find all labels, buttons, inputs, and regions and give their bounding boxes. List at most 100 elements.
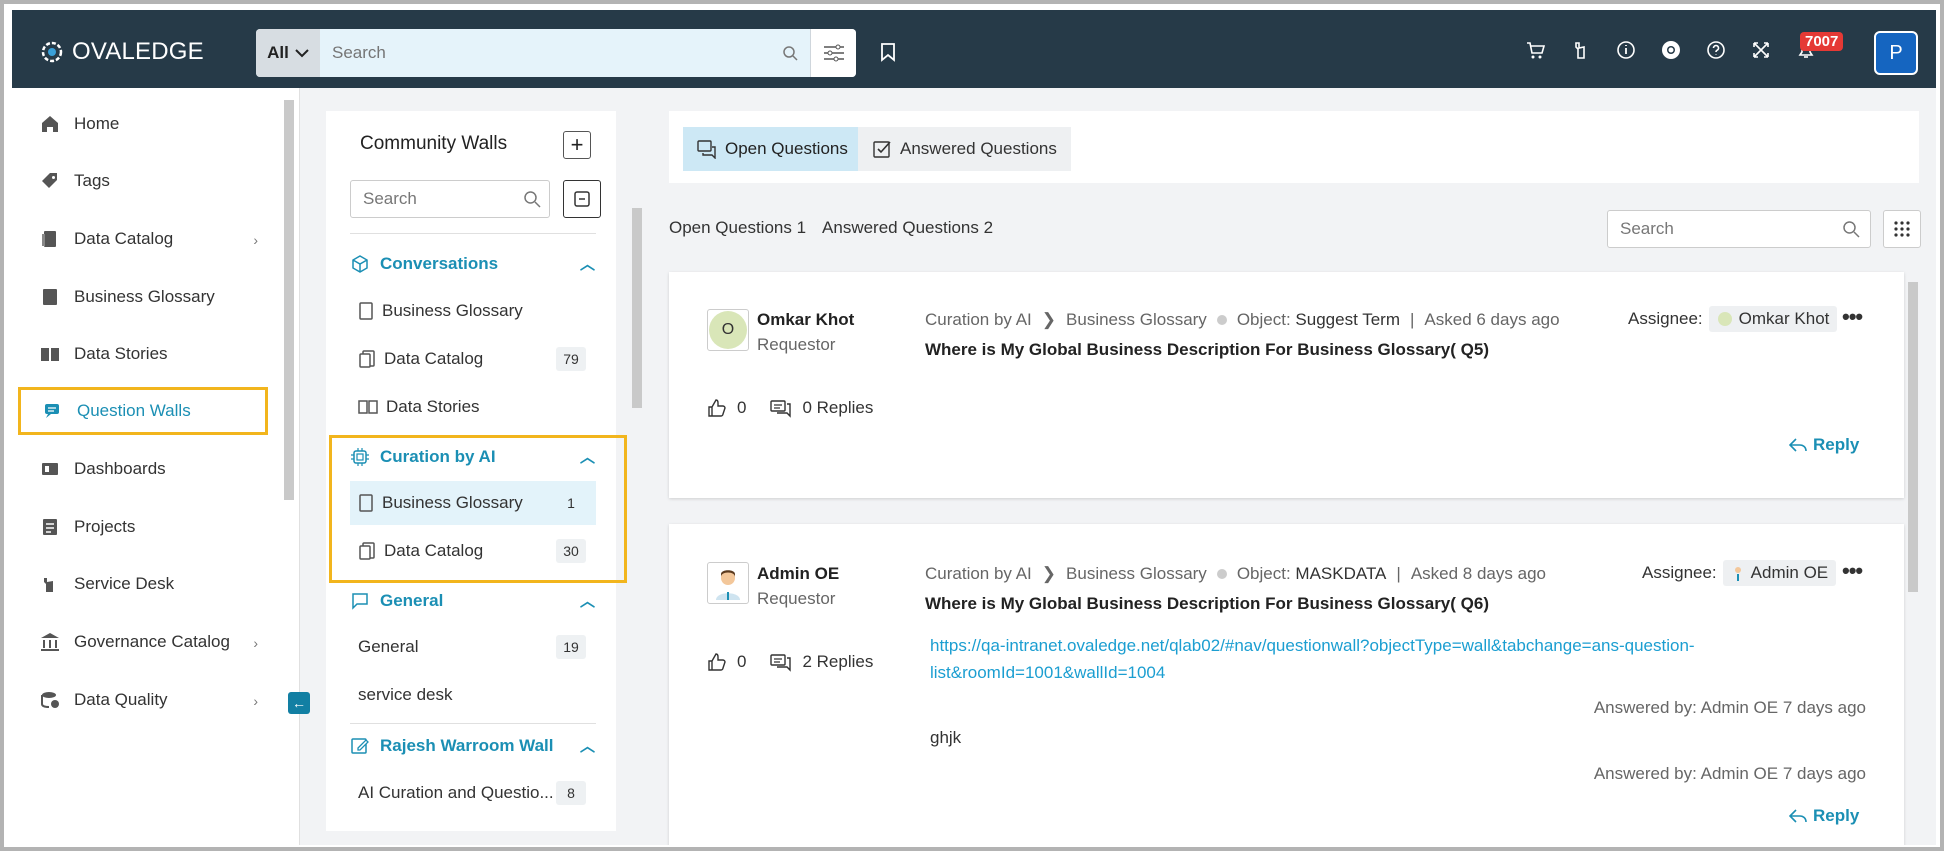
- question-title[interactable]: Where is My Global Business Description …: [925, 594, 1489, 614]
- replies-icon[interactable]: [770, 652, 792, 672]
- book-icon: [359, 302, 373, 320]
- wall-item-label: General: [358, 637, 419, 656]
- questions-search-input[interactable]: Search: [1607, 210, 1871, 248]
- main-scrollbar[interactable]: [1908, 282, 1918, 592]
- sidebar-item-projects[interactable]: Projects: [18, 503, 268, 551]
- panel-title: Community Walls: [360, 133, 508, 154]
- breadcrumb-wall[interactable]: Curation by AI: [925, 564, 1032, 584]
- assignee-label: Assignee:: [1628, 309, 1703, 328]
- wall-item[interactable]: AI Curation and Questio... 8: [350, 771, 596, 815]
- object-name[interactable]: Suggest Term: [1295, 310, 1400, 329]
- more-options-icon[interactable]: •••: [1842, 304, 1863, 330]
- tab-open-questions[interactable]: Open Questions: [683, 127, 862, 171]
- sidebar-item-data-stories[interactable]: Data Stories: [18, 330, 268, 378]
- global-search: All: [256, 29, 856, 77]
- user-avatar[interactable]: P: [1874, 31, 1918, 75]
- like-count: 0: [737, 398, 747, 417]
- brand-name: OVALEDGE: [72, 38, 204, 65]
- more-options-icon[interactable]: •••: [1842, 558, 1863, 584]
- section-conversations[interactable]: Conversations ︿: [350, 249, 595, 279]
- answer-link[interactable]: https://qa-intranet.ovaledge.net/qlab02/…: [930, 632, 1730, 686]
- chat-icon: [697, 140, 716, 159]
- message-icon: [352, 593, 368, 610]
- reply-icon: [1789, 438, 1807, 452]
- breadcrumb-wall[interactable]: Curation by AI: [925, 310, 1032, 330]
- app-frame: OVALEDGE All 7007 P Home: [0, 0, 1944, 851]
- reply-button[interactable]: Reply: [1789, 806, 1859, 826]
- sidebar-item-dashboards[interactable]: Dashboards: [18, 445, 268, 493]
- question-title[interactable]: Where is My Global Business Description …: [925, 340, 1489, 360]
- question-stats: 0 0 Replies: [707, 398, 873, 418]
- sidebar-item-data-catalog[interactable]: Data Catalog ›: [18, 215, 268, 263]
- hand-icon[interactable]: [1569, 38, 1593, 62]
- section-general[interactable]: General ︿: [350, 586, 595, 616]
- chevron-up-icon[interactable]: ︿: [580, 253, 595, 274]
- top-bar: OVALEDGE All 7007 P: [12, 10, 1936, 88]
- wall-item[interactable]: Data Catalog 79: [350, 337, 596, 381]
- sidebar-item-home[interactable]: Home: [18, 100, 268, 148]
- sidebar-item-tags[interactable]: Tags: [18, 157, 268, 205]
- brand-logo[interactable]: OVALEDGE: [38, 38, 204, 66]
- user-name[interactable]: Admin OE: [757, 564, 839, 584]
- answered-questions-count[interactable]: Answered Questions 2: [822, 218, 993, 238]
- user-name[interactable]: Omkar Khot: [757, 310, 854, 330]
- question-counts: Open Questions 1 Answered Questions 2: [669, 218, 993, 238]
- user-role: Requestor: [757, 335, 836, 354]
- sidebar-item-question-walls[interactable]: Question Walls: [18, 387, 268, 435]
- thumbs-up-icon[interactable]: [707, 398, 727, 418]
- wall-item[interactable]: General 19: [350, 625, 596, 669]
- sidebar-item-governance-catalog[interactable]: Governance Catalog ›: [18, 618, 268, 666]
- wall-item[interactable]: Data Stories: [350, 385, 596, 429]
- chrome-icon[interactable]: [1659, 38, 1683, 62]
- like-count: 0: [737, 652, 747, 671]
- chevron-up-icon[interactable]: ︿: [580, 590, 595, 611]
- search-input[interactable]: [320, 29, 770, 77]
- replies-count[interactable]: 0 Replies: [802, 398, 873, 418]
- breadcrumb-subwall[interactable]: Business Glossary: [1066, 310, 1207, 330]
- breadcrumb-subwall[interactable]: Business Glossary: [1066, 564, 1207, 584]
- open-questions-count[interactable]: Open Questions 1: [669, 218, 806, 238]
- count-badge: 79: [556, 347, 586, 371]
- sidebar-scrollbar[interactable]: [284, 100, 294, 500]
- cart-icon[interactable]: [1524, 38, 1548, 62]
- section-rajesh-warroom-wall[interactable]: Rajesh Warroom Wall ︿: [350, 731, 595, 761]
- search-icon[interactable]: [770, 29, 810, 77]
- sidebar-item-data-quality[interactable]: Data Quality ›: [18, 676, 268, 724]
- question-card: O Omkar Khot Requestor Curation by AI ❯ …: [669, 272, 1904, 498]
- collapse-sidebar-button[interactable]: ←: [288, 692, 310, 714]
- grid-view-button[interactable]: [1883, 210, 1921, 248]
- curation-by-ai-highlight: [329, 435, 627, 583]
- info-icon[interactable]: [1614, 38, 1638, 62]
- assignee-chip[interactable]: Omkar Khot: [1708, 306, 1838, 332]
- asked-time: Asked 8 days ago: [1410, 564, 1546, 583]
- assignee: Assignee: Admin OE: [1642, 560, 1837, 586]
- wall-item[interactable]: Business Glossary: [350, 289, 596, 333]
- sidebar-item-business-glossary[interactable]: Business Glossary: [18, 273, 268, 321]
- section-title: Rajesh Warroom Wall: [380, 736, 554, 755]
- add-wall-button[interactable]: +: [563, 131, 591, 159]
- separator-dot: [1216, 569, 1227, 579]
- grid-icon: [1894, 221, 1910, 237]
- help-icon[interactable]: [1704, 38, 1728, 62]
- catalog-icon: [359, 350, 375, 368]
- wall-item[interactable]: service desk: [350, 673, 596, 717]
- person-avatar-icon: [716, 570, 740, 600]
- replies-icon[interactable]: [770, 398, 792, 418]
- count-badge: 8: [556, 781, 586, 805]
- replies-count[interactable]: 2 Replies: [802, 652, 873, 672]
- chevron-up-icon[interactable]: ︿: [580, 735, 595, 756]
- search-scope-dropdown[interactable]: All: [256, 29, 320, 77]
- bookmark-icon[interactable]: [880, 42, 896, 67]
- filter-icon[interactable]: [810, 29, 856, 77]
- collapse-all-button[interactable]: [563, 180, 601, 218]
- asked-time: Asked 6 days ago: [1424, 310, 1560, 329]
- sidebar-item-service-desk[interactable]: Service Desk: [18, 560, 268, 608]
- expand-icon[interactable]: [1749, 38, 1773, 62]
- walls-search-input[interactable]: Search: [350, 180, 550, 218]
- object-name[interactable]: MASKDATA: [1295, 564, 1386, 583]
- thumbs-up-icon[interactable]: [707, 652, 727, 672]
- tab-answered-questions[interactable]: Answered Questions: [858, 127, 1071, 171]
- reply-button[interactable]: Reply: [1789, 435, 1859, 455]
- walls-scrollbar[interactable]: [632, 208, 642, 408]
- assignee-chip[interactable]: Admin OE: [1722, 560, 1837, 586]
